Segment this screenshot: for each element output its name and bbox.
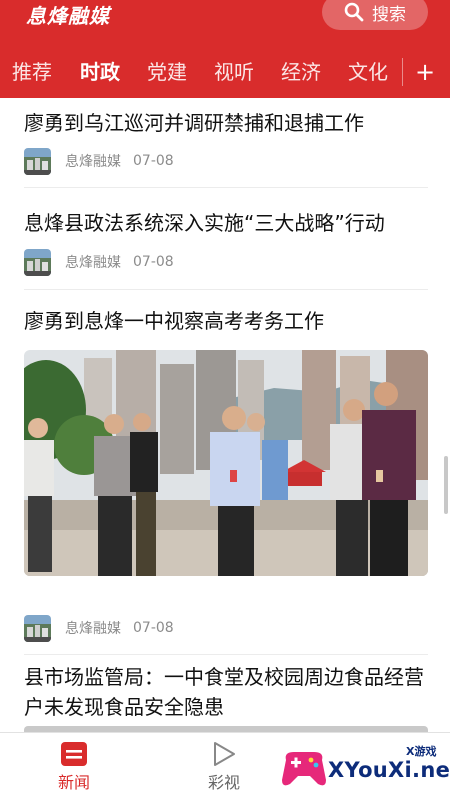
source-name: 息烽融媒 [65,154,121,170]
tab-politics[interactable]: 时政 [80,52,120,92]
source-name: 息烽融媒 [65,255,121,271]
tabs-divider [402,58,403,86]
nav-item-video[interactable]: 彩视 [184,733,264,800]
publish-date: 07-08 [133,254,174,270]
source-logo-icon [24,614,51,642]
search-icon [344,2,364,22]
watermark-logo: X游戏 XYouXi.net [280,738,450,800]
news-meta: 息烽融媒 07-08 [24,248,174,276]
nav-label-video: 彩视 [207,773,240,792]
source-logo-icon [24,147,51,175]
source-name: 息烽融媒 [65,621,121,637]
nav-item-news[interactable]: 新闻 [34,733,114,800]
tab-culture[interactable]: 文化 [348,52,388,92]
nav-label-news: 新闻 [57,773,90,792]
scrollbar-handle[interactable] [444,456,448,514]
publish-date: 07-08 [133,620,174,636]
watermark-text: XYouXi.net [328,758,450,782]
news-meta: 息烽融媒 07-08 [24,614,174,642]
news-title[interactable]: 息烽县政法系统深入实施“三大战略”行动 [24,208,434,238]
item-divider [24,654,428,655]
category-tabs: 推荐 时政 党建 视听 经济 文化 [0,52,402,92]
tab-economy[interactable]: 经济 [281,52,321,92]
app-header: 息烽融媒 搜索 推荐 时政 党建 视听 经济 文化 + [0,0,450,98]
news-photo[interactable] [24,350,428,576]
news-title[interactable]: 廖勇到息烽一中视察高考考务工作 [24,306,434,336]
tab-party[interactable]: 党建 [147,52,187,92]
source-logo-icon [24,248,51,276]
search-button[interactable]: 搜索 [322,0,428,30]
news-title[interactable]: 廖勇到乌江巡河并调研禁捕和退捕工作 [24,108,434,138]
brand-logo: 息烽融媒 [26,4,110,28]
add-channel-button[interactable]: + [410,52,440,92]
tab-recommend[interactable]: 推荐 [12,52,52,92]
item-divider [24,187,428,188]
publish-date: 07-08 [133,153,174,169]
search-label: 搜索 [372,4,406,25]
play-icon [214,742,235,766]
news-icon [61,742,87,766]
news-title[interactable]: 县市场监管局：一中食堂及校园周边食品经营户未发现食品安全隐患 [24,662,434,722]
watermark-tag: X游戏 [406,745,437,758]
gamepad-icon [282,752,326,786]
tab-video[interactable]: 视听 [214,52,254,92]
news-meta: 息烽融媒 07-08 [24,147,174,175]
news-feed: 廖勇到乌江巡河并调研禁捕和退捕工作 息烽融媒 07-08 息烽县政法系统深入实施… [0,98,450,732]
item-divider [24,289,428,290]
news-photo-image [24,350,428,576]
